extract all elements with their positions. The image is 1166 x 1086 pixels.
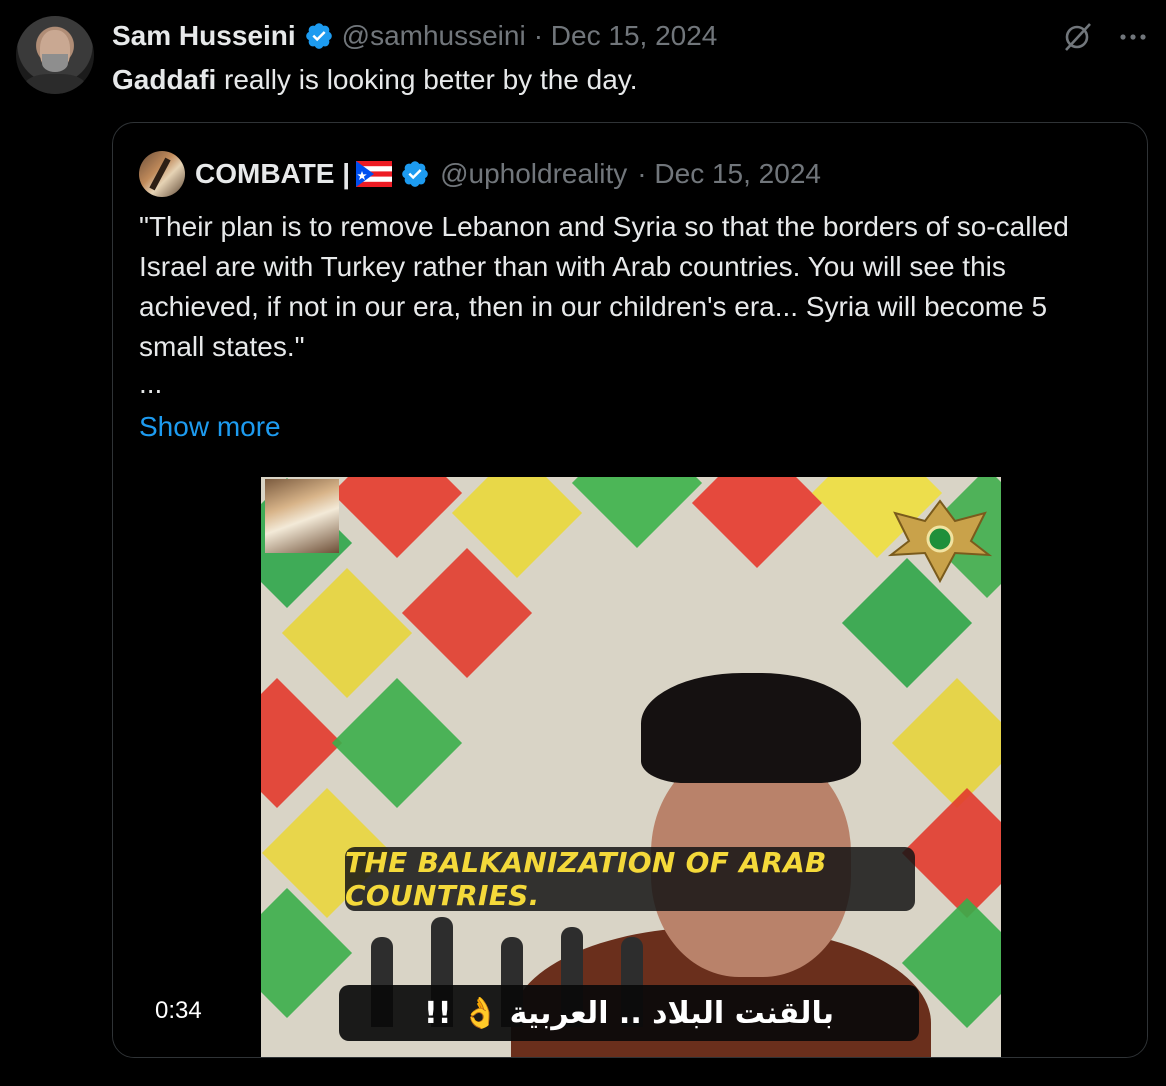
video-player[interactable]: THE BALKANIZATION OF ARAB COUNTRIES. بال… [113,477,1147,1057]
puerto-rico-flag-icon [356,161,393,187]
tweet-date[interactable]: · Dec 15, 2024 [534,20,718,52]
quoted-tweet[interactable]: COMBATE | @upholdreality · Dec 15, 2024 … [112,122,1148,1058]
tweet-actions-top [1060,20,1150,54]
author-avatar[interactable] [16,16,94,94]
author-handle[interactable]: @samhusseini [342,20,526,52]
more-icon[interactable] [1116,20,1150,54]
quoted-text: "Their plan is to remove Lebanon and Syr… [139,211,1069,362]
video-subtitle-arabic: بالقنت البلاد .. العربية 👌 !! [339,985,919,1041]
author-name[interactable]: Sam Husseini [112,20,296,52]
quoted-verified-badge-icon [402,161,428,187]
channel-logo-thumbnail [265,479,339,553]
show-more-link[interactable]: Show more [139,407,281,447]
quoted-author-handle[interactable]: @upholdreality [440,158,627,190]
video-subtitle-english: THE BALKANIZATION OF ARAB COUNTRIES. [345,846,915,912]
quoted-date[interactable]: · Dec 15, 2024 [637,158,821,190]
verified-badge-icon [305,23,332,49]
quoted-ellipsis: ... [139,368,163,399]
quoted-header: COMBATE | @upholdreality · Dec 15, 2024 [139,151,821,197]
eagle-emblem-icon [887,499,993,584]
tweet-header: Sam Husseini @samhusseini · Dec 15, 2024 [112,18,717,54]
quoted-author-name[interactable]: COMBATE | [195,158,350,190]
grok-icon[interactable] [1060,20,1094,54]
quoted-author-avatar[interactable] [139,151,185,197]
tweet-text-bold: Gaddafi [112,64,217,95]
video-frame[interactable]: THE BALKANIZATION OF ARAB COUNTRIES. بال… [261,477,1001,1057]
tweet-text-rest: really is looking better by the day. [216,64,638,95]
tweet-text: Gaddafi really is looking better by the … [112,60,638,100]
video-duration: 0:34 [155,997,202,1024]
